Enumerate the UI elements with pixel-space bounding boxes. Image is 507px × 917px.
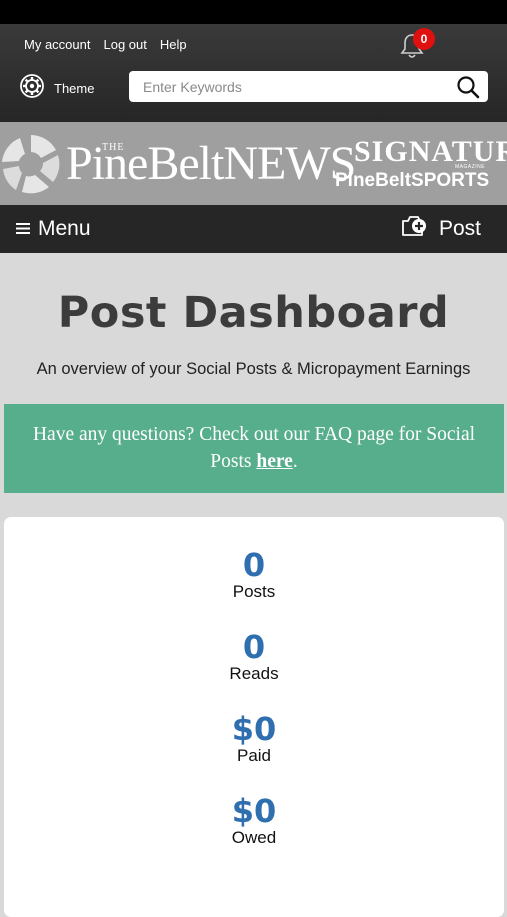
- search-input[interactable]: [143, 71, 443, 102]
- search-box: [129, 71, 488, 102]
- status-bar: [0, 0, 507, 24]
- stat-value: 0: [242, 546, 266, 584]
- post-button[interactable]: Post: [401, 205, 481, 253]
- faq-text: Have any questions? Check out our FAQ pa…: [32, 424, 476, 472]
- faq-notice: Have any questions? Check out our FAQ pa…: [4, 404, 504, 493]
- account-links: My account Log out Help: [24, 37, 187, 52]
- stat-label: Posts: [232, 582, 276, 601]
- gear-icon: [19, 73, 45, 104]
- stat-label: Owed: [231, 828, 277, 847]
- stats-card: 0 Posts 0 Reads $0 Paid $0 Owed: [4, 517, 504, 917]
- stat-value: 0: [242, 628, 266, 666]
- publication-banner: THE PineBeltNEWS SIGNATURE MAGAZINE Pine…: [0, 122, 507, 205]
- page-subtitle: An overview of your Social Posts & Micro…: [36, 360, 471, 378]
- pinebelt-logo-icon: [0, 133, 62, 200]
- menu-button[interactable]: Menu: [16, 205, 91, 253]
- nav-bar: Menu Post: [0, 205, 507, 253]
- pinebelt-sports-logo[interactable]: PineBeltSPORTS: [335, 170, 489, 192]
- site-name-logo[interactable]: PineBeltNEWS: [66, 138, 356, 190]
- faq-link[interactable]: here: [256, 451, 292, 472]
- log-out-link[interactable]: Log out: [103, 37, 146, 52]
- search-icon[interactable]: [456, 75, 480, 99]
- page-title: Post Dashboard: [57, 288, 450, 338]
- notification-badge: 0: [413, 28, 435, 50]
- stat-paid: $0 Paid: [4, 712, 504, 766]
- hamburger-icon: [16, 217, 30, 241]
- stat-owed: $0 Owed: [4, 794, 504, 848]
- faq-text-end: .: [292, 451, 298, 472]
- top-bar: My account Log out Help 0 Theme: [0, 24, 507, 122]
- camera-plus-icon: [401, 214, 429, 244]
- theme-toggle[interactable]: Theme: [19, 73, 94, 104]
- stat-posts: 0 Posts: [4, 548, 504, 602]
- theme-label: Theme: [54, 81, 95, 96]
- my-account-link[interactable]: My account: [24, 37, 90, 52]
- stat-value: $0: [231, 710, 277, 748]
- stat-label: Paid: [236, 746, 272, 765]
- help-link[interactable]: Help: [160, 37, 187, 52]
- menu-label: Menu: [38, 217, 91, 240]
- stat-value: $0: [231, 792, 277, 830]
- stat-reads: 0 Reads: [4, 630, 504, 684]
- stat-label: Reads: [229, 664, 279, 683]
- post-label: Post: [438, 217, 481, 240]
